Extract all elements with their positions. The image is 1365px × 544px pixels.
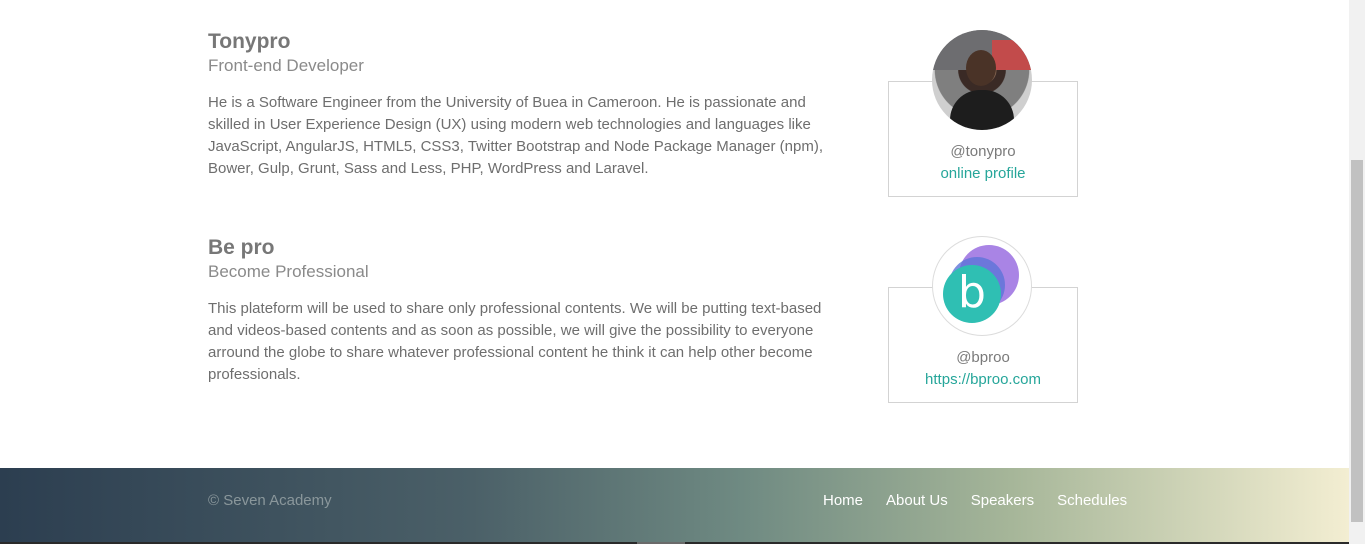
speaker-tonypro: Tonypro Front-end Developer He is a Soft… bbox=[208, 30, 1088, 197]
bproo-logo: b bbox=[932, 236, 1032, 336]
scrollbar-thumb[interactable] bbox=[1351, 160, 1363, 522]
speaker-bio: This plateform will be used to share onl… bbox=[208, 300, 822, 383]
nav-speakers[interactable]: Speakers bbox=[971, 492, 1034, 509]
nav-home[interactable]: Home bbox=[823, 492, 863, 509]
logo-letter: b bbox=[958, 267, 986, 318]
speaker-bio: He is a Software Engineer from the Unive… bbox=[208, 94, 824, 177]
scrollbar[interactable] bbox=[1349, 0, 1365, 544]
nav-schedules[interactable]: Schedules bbox=[1057, 492, 1127, 509]
copyright-text: © Seven Academy bbox=[208, 492, 332, 509]
speaker-bepro: Be pro Become Professional This platefor… bbox=[208, 236, 1088, 403]
website-link[interactable]: https://bproo.com bbox=[889, 371, 1077, 388]
footer: © Seven Academy Home About Us Speakers S… bbox=[0, 468, 1349, 542]
speakers-section: Tonypro Front-end Developer He is a Soft… bbox=[0, 0, 1349, 468]
online-profile-link[interactable]: online profile bbox=[889, 165, 1077, 182]
speaker-handle: @tonypro bbox=[950, 143, 1016, 160]
footer-nav: Home About Us Speakers Schedules bbox=[823, 492, 1127, 509]
nav-about-us[interactable]: About Us bbox=[886, 492, 948, 509]
speaker-handle: @bproo bbox=[956, 349, 1010, 366]
speaker-avatar bbox=[932, 30, 1032, 130]
